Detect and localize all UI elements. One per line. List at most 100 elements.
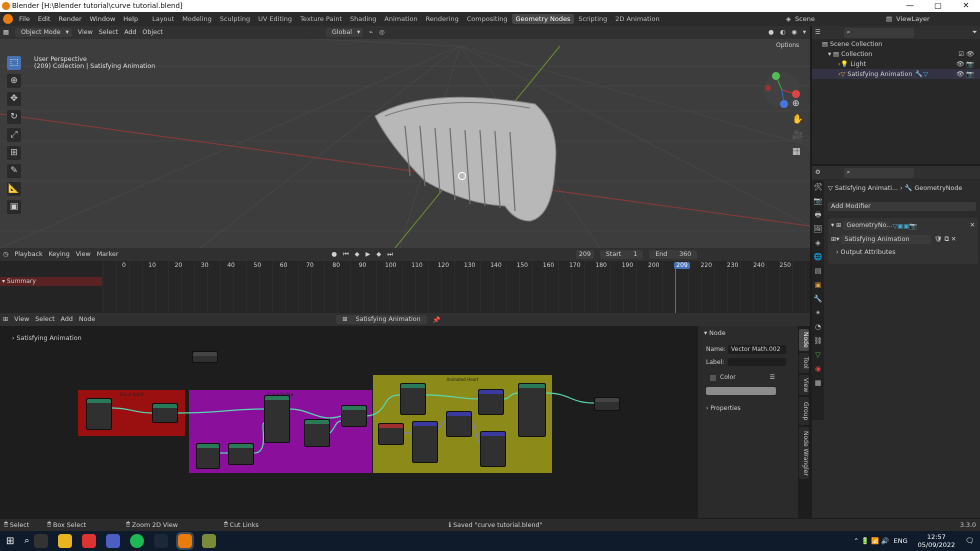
close-button[interactable]: ✕ — [952, 0, 980, 12]
output-tab-icon[interactable]: 🖶 — [812, 208, 824, 222]
modifier-tab-icon[interactable]: 🔧 — [812, 292, 824, 306]
editor-type-icon[interactable]: ▦ — [3, 29, 9, 36]
properties-search-input[interactable]: ⌕ — [843, 167, 914, 178]
timeline-menu-view[interactable]: View — [76, 251, 91, 258]
end-frame-field[interactable]: End 360 — [649, 250, 698, 259]
menu-help[interactable]: Help — [123, 15, 138, 23]
add-modifier-button[interactable]: Add Modifier — [828, 202, 976, 211]
world-tab-icon[interactable]: 🌐 — [812, 250, 824, 264]
outliner-editor-icon[interactable]: ☰ — [815, 29, 821, 36]
properties-panel-header[interactable]: › Properties — [706, 405, 798, 412]
playhead[interactable] — [675, 262, 676, 313]
camera-icon[interactable]: 🎥 — [792, 128, 803, 144]
fake-user-icon[interactable]: 🛡 ⧉ ✕ — [934, 235, 956, 244]
language-indicator[interactable]: ENG — [894, 537, 908, 545]
modifier-close-icon[interactable]: ✕ — [970, 222, 975, 229]
tab-layout[interactable]: Layout — [148, 14, 178, 24]
scene-tab-icon[interactable]: ◈ — [812, 236, 824, 250]
steam-icon[interactable] — [154, 534, 169, 548]
outliner-search-input[interactable]: ⌕ — [843, 27, 914, 38]
zoom-icon[interactable]: ⊕ — [792, 96, 803, 112]
viewport-3d[interactable]: ▦ Object Mode ▾ View Select Add Object G… — [0, 26, 810, 248]
cursor-tool-icon[interactable]: ⊕ — [7, 74, 21, 88]
node-color-swatch[interactable] — [706, 387, 776, 395]
sidebar-tab-group[interactable]: Group — [799, 397, 809, 425]
jump-end-icon[interactable]: ⏭ — [387, 251, 393, 259]
rotate-tool-icon[interactable]: ↻ — [7, 110, 21, 124]
ortho-grid-icon[interactable]: ▦ — [792, 144, 803, 160]
menu-file[interactable]: File — [19, 15, 30, 23]
tray-icons[interactable]: ⌃ 🔋 📶 🔊 — [854, 537, 892, 545]
tab-shading[interactable]: Shading — [346, 14, 380, 24]
timeline-menu-marker[interactable]: Marker — [97, 251, 119, 258]
add-cube-tool-icon[interactable]: ▣ — [7, 200, 21, 214]
satisfying-animation-mesh[interactable] — [365, 86, 565, 226]
timeline-editor-icon[interactable]: ◷ — [3, 251, 9, 258]
modifier-expand-icon[interactable]: ▾ ⊞ — [831, 222, 843, 229]
visibility-icon[interactable]: 👁 📷 — [956, 60, 974, 68]
app-icon[interactable] — [202, 534, 217, 548]
sidebar-tab-node-wrangler[interactable]: Node Wrangler — [799, 427, 809, 479]
tab-uv-editing[interactable]: UV Editing — [254, 14, 296, 24]
modifier-visibility-icons[interactable]: ▽▣▣📷 — [892, 222, 917, 230]
scale-tool-icon[interactable]: ⤢ — [7, 128, 21, 142]
output-attributes-row[interactable]: › Output Attributes — [828, 246, 978, 259]
transform-tool-icon[interactable]: ⊞ — [7, 146, 21, 160]
tab-modeling[interactable]: Modeling — [178, 14, 216, 24]
outliner-row-light[interactable]: ›💡 Light 👁 📷 — [812, 59, 980, 69]
search-icon[interactable]: ⌕ — [24, 536, 29, 546]
texture-tab-icon[interactable]: ▦ — [812, 376, 824, 390]
acrobat-icon[interactable] — [82, 534, 97, 548]
tab-sculpting[interactable]: Sculpting — [216, 14, 254, 24]
shading-rendered-icon[interactable]: ◉ — [791, 29, 797, 36]
menu-render[interactable]: Render — [58, 15, 81, 23]
render-tab-icon[interactable]: 📷 — [812, 194, 824, 208]
outliner-row-satisfying-animation[interactable]: ›▽ Satisfying Animation 🔧▽ 👁 📷 — [812, 69, 980, 79]
tab-texture-paint[interactable]: Texture Paint — [296, 14, 346, 24]
physics-tab-icon[interactable]: ◔ — [812, 320, 824, 334]
notification-icon[interactable]: 🗨 — [965, 537, 974, 545]
shading-material-icon[interactable]: ◐ — [780, 29, 786, 36]
timeline-menu-playback[interactable]: Playback — [15, 251, 43, 258]
prev-key-icon[interactable]: ◆ — [355, 251, 360, 258]
sidebar-tab-node[interactable]: Node — [799, 329, 809, 351]
tab-rendering[interactable]: Rendering — [422, 14, 463, 24]
record-icon[interactable]: ● — [331, 251, 337, 258]
viewport-menu-select[interactable]: Select — [99, 29, 118, 36]
timeline-menu-keying[interactable]: Keying — [49, 251, 70, 258]
tab-geometry-nodes[interactable]: Geometry Nodes — [511, 14, 575, 24]
jump-start-icon[interactable]: ⏮ — [343, 251, 349, 259]
spotify-icon[interactable] — [130, 534, 145, 548]
node-group-field[interactable]: Satisfying Animation — [841, 235, 932, 244]
next-key-icon[interactable]: ◆ — [376, 251, 381, 258]
current-frame-field[interactable]: 209 — [575, 250, 594, 259]
transform-orientation[interactable]: Global ▾ — [325, 28, 364, 37]
color-checkbox[interactable] — [710, 374, 716, 381]
play-icon[interactable]: ▶ — [366, 251, 371, 258]
sidebar-tab-view[interactable]: View — [799, 375, 809, 395]
color-list-icon[interactable]: ☰ — [770, 374, 775, 381]
visibility-icon[interactable]: ☑ 👁 — [958, 50, 974, 58]
summary-channel[interactable]: ▾ Summary — [0, 277, 102, 286]
menu-window[interactable]: Window — [90, 15, 116, 23]
select-tool-icon[interactable]: ⬚ — [7, 56, 21, 70]
outliner-row-scene-collection[interactable]: ▤ Scene Collection — [812, 39, 980, 49]
node-panel-header[interactable]: ▾ Node — [704, 330, 798, 337]
properties-editor-icon[interactable]: ⚙ — [815, 169, 821, 176]
blender-taskbar-icon[interactable] — [176, 532, 195, 550]
viewport-menu-object[interactable]: Object — [142, 29, 163, 36]
modifier-name-field[interactable]: GeometryNo... — [843, 221, 892, 230]
options-button[interactable]: Options — [776, 42, 799, 49]
sidebar-tab-tool[interactable]: Tool — [799, 353, 809, 373]
node-editor[interactable]: ⊞ View Select Add Node ⊞ Satisfying Anim… — [0, 313, 810, 518]
clock[interactable]: 12:57 05/09/2022 — [918, 533, 955, 549]
snap-icon[interactable]: ⌁ — [369, 29, 373, 36]
mode-selector[interactable]: Object Mode ▾ — [14, 28, 72, 37]
annotate-tool-icon[interactable]: ✎ — [7, 164, 21, 178]
pan-icon[interactable]: ✋ — [792, 112, 803, 128]
node-name-field[interactable]: Vector Math.002 — [728, 345, 786, 354]
start-frame-field[interactable]: Start 1 — [599, 250, 644, 259]
particles-tab-icon[interactable]: ✴ — [812, 306, 824, 320]
filter-icon[interactable]: ⏷ — [972, 29, 977, 37]
scene-selector[interactable]: ◈ Scene — [786, 15, 815, 23]
